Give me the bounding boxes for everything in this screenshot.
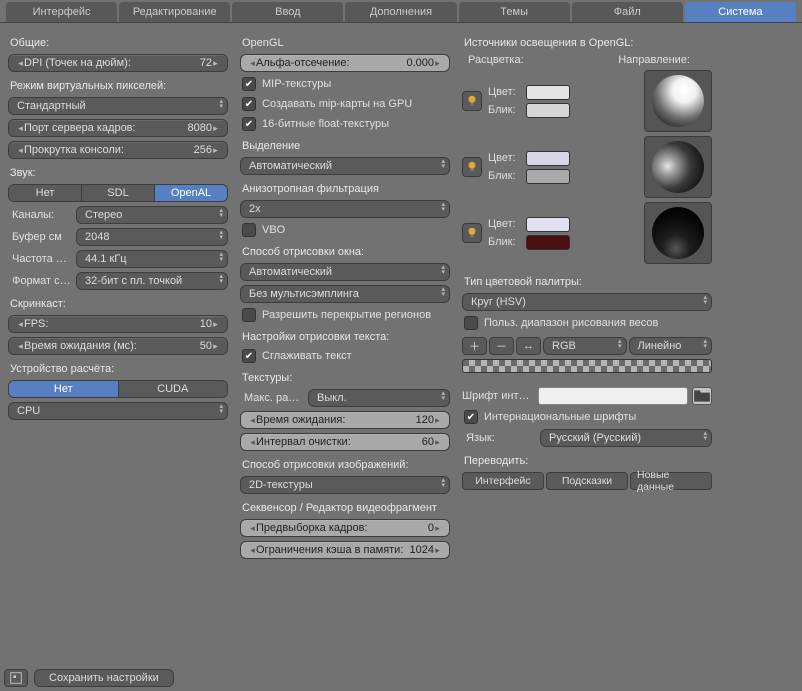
tab-6[interactable]: Система xyxy=(685,2,796,22)
light-toggle-1[interactable] xyxy=(462,157,482,177)
select-texsize[interactable]: Выкл.▴▾ xyxy=(308,389,450,407)
field-dpi[interactable]: ◂ DPI (Точек на дюйм): 72 ▸ xyxy=(8,54,228,72)
light-spec-2[interactable] xyxy=(526,235,570,250)
label-translate: Переводить: xyxy=(464,455,710,467)
translate-opt-0[interactable]: Интерфейс xyxy=(462,472,544,490)
ramp-del-button[interactable]: － xyxy=(489,337,514,355)
field-wait[interactable]: ◂ Время ожидания (мс): 50▸ xyxy=(8,337,228,355)
label-general: Общие: xyxy=(10,37,226,49)
light-diffuse-2[interactable] xyxy=(526,217,570,232)
light-direction-1[interactable] xyxy=(644,136,712,198)
label-sequencer: Секвенсор / Редактор видеофрагмент xyxy=(242,502,448,514)
select-multisample[interactable]: Без мультисэмплинга▴▾ xyxy=(240,285,450,303)
light-spec-1[interactable] xyxy=(526,169,570,184)
sound-opt-2[interactable]: OpenAL xyxy=(155,185,227,201)
chk-vbo[interactable]: VBO xyxy=(240,222,450,238)
tab-0[interactable]: Интерфейс xyxy=(6,2,117,22)
label-screencast: Скринкаст: xyxy=(10,298,226,310)
select-language[interactable]: Русский (Русский)▴▾ xyxy=(540,429,712,447)
select-selection[interactable]: Автоматический▴▾ xyxy=(240,157,450,175)
select-winmethod[interactable]: Автоматический▴▾ xyxy=(240,263,450,281)
sound-opt-1[interactable]: SDL xyxy=(82,185,155,201)
label-winmethod: Способ отрисовки окна: xyxy=(242,246,448,258)
field-alphaclip[interactable]: ◂ Альфа-отсечение: 0.000▸ xyxy=(240,54,450,72)
chk-float16[interactable]: 16-битные float-текстуры xyxy=(240,116,450,132)
label-compute: Устройство расчёта: xyxy=(10,363,226,375)
label-font: Шрифт инт… xyxy=(462,390,534,402)
field-texgc[interactable]: ◂ Интервал очистки: 60▸ xyxy=(240,433,450,451)
select-vpix[interactable]: Стандартный ▴▾ xyxy=(8,97,228,115)
ramp-add-button[interactable]: ＋ xyxy=(462,337,487,355)
ramp-flip-button[interactable]: ↔ xyxy=(516,337,541,355)
field-fps[interactable]: ◂ FPS: 10▸ xyxy=(8,315,228,333)
updown-icon: ▴▾ xyxy=(219,99,223,109)
light-direction-2[interactable] xyxy=(644,202,712,264)
editor-type-icon[interactable] xyxy=(4,669,28,687)
label-aniso: Анизотропная фильтрация xyxy=(242,183,448,195)
tab-1[interactable]: Редактирование xyxy=(119,2,230,22)
save-settings-button[interactable]: Сохранить настройки xyxy=(34,669,174,687)
chk-textaa[interactable]: Сглаживать текст xyxy=(240,348,450,364)
translate-opt-1[interactable]: Подсказки xyxy=(546,472,628,490)
label-lights: Источники освещения в OpenGL: xyxy=(464,37,710,49)
tab-4[interactable]: Темы xyxy=(459,2,570,22)
label-opengl: OpenGL xyxy=(242,37,448,49)
folder-icon[interactable] xyxy=(692,387,712,405)
select-picker-type[interactable]: Круг (HSV)▴▾ xyxy=(462,293,712,311)
label-direction: Направление: xyxy=(618,54,690,66)
light-diffuse-0[interactable] xyxy=(526,85,570,100)
light-direction-0[interactable] xyxy=(644,70,712,132)
light-diffuse-1[interactable] xyxy=(526,151,570,166)
label-picker-type: Тип цветовой палитры: xyxy=(464,276,710,288)
select-channels[interactable]: Стерео▴▾ xyxy=(76,206,228,224)
select-ramp-interp[interactable]: Линейно▴▾ xyxy=(629,337,713,355)
light-toggle-2[interactable] xyxy=(462,223,482,243)
select-format[interactable]: 32-бит с пл. точкой▴▾ xyxy=(76,272,228,290)
label-textures: Текстуры: xyxy=(242,372,448,384)
chk-region-overlap[interactable]: Разрешить перекрытие регионов xyxy=(240,307,450,323)
chk-gpumip[interactable]: Создавать mip-карты на GPU xyxy=(240,96,450,112)
label-selection: Выделение xyxy=(242,140,448,152)
select-cpu[interactable]: CPU▴▾ xyxy=(8,402,228,420)
select-rate[interactable]: 44.1 кГц▴▾ xyxy=(76,250,228,268)
tab-2[interactable]: Ввод xyxy=(232,2,343,22)
seg-compute[interactable]: НетCUDA xyxy=(8,380,228,398)
label-sound: Звук: xyxy=(10,167,226,179)
select-bufsize[interactable]: 2048▴▾ xyxy=(76,228,228,246)
select-aniso[interactable]: 2x▴▾ xyxy=(240,200,450,218)
field-console[interactable]: ◂Прокрутка консоли: 256▸ xyxy=(8,141,228,159)
chk-intl-fonts[interactable]: Интернациональные шрифты xyxy=(462,409,712,425)
chevron-left-icon[interactable]: ◂ xyxy=(17,58,24,69)
light-toggle-0[interactable] xyxy=(462,91,482,111)
label-vpix: Режим виртуальных пикселей: xyxy=(10,80,226,92)
field-texwait[interactable]: ◂ Время ожидания: 120▸ xyxy=(240,411,450,429)
sound-opt-0[interactable]: Нет xyxy=(9,185,82,201)
label-colors: Расцветка: xyxy=(468,54,524,66)
compute-opt-1[interactable]: CUDA xyxy=(119,381,228,397)
compute-opt-0[interactable]: Нет xyxy=(9,381,119,397)
field-memcache[interactable]: ◂ Ограничения кэша в памяти: 1024▸ xyxy=(240,541,450,559)
color-ramp[interactable] xyxy=(462,359,712,373)
light-spec-0[interactable] xyxy=(526,103,570,118)
tab-3[interactable]: Дополнения xyxy=(345,2,456,22)
chk-custom-range[interactable]: Польз. диапазон рисования весов xyxy=(462,315,712,331)
field-frameserver[interactable]: ◂Порт сервера кадров: 8080▸ xyxy=(8,119,228,137)
label-textdraw: Настройки отрисовки текста: xyxy=(242,331,448,343)
select-imgmethod[interactable]: 2D-текстуры▴▾ xyxy=(240,476,450,494)
chevron-right-icon[interactable]: ▸ xyxy=(212,58,219,69)
tab-5[interactable]: Файл xyxy=(572,2,683,22)
translate-opt-2[interactable]: Новые данные xyxy=(630,472,712,490)
chk-mipmaps[interactable]: MIP-текстуры xyxy=(240,76,450,92)
select-ramp-mode[interactable]: RGB▴▾ xyxy=(543,337,627,355)
field-prefetch[interactable]: ◂ Предвыборка кадров: 0▸ xyxy=(240,519,450,537)
seg-sound[interactable]: НетSDLOpenAL xyxy=(8,184,228,202)
label-imgmethod: Способ отрисовки изображений: xyxy=(242,459,448,471)
font-path-input[interactable] xyxy=(538,387,688,405)
